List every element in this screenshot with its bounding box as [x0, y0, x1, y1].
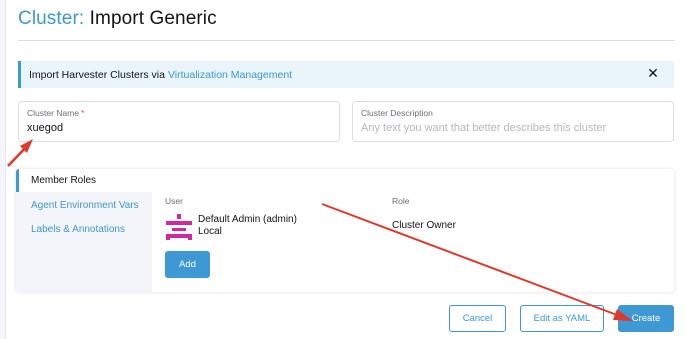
user-avatar — [166, 214, 192, 240]
cancel-button[interactable]: Cancel — [449, 305, 506, 332]
cluster-name-input[interactable] — [27, 122, 331, 134]
tabs-panel: Member Roles Agent Environment Vars Labe… — [16, 169, 674, 292]
cluster-description-label: Cluster Description — [361, 108, 433, 118]
title-text: Import Generic — [89, 8, 217, 29]
cluster-description-field[interactable]: Cluster Description — [352, 101, 674, 142]
tab-list: Member Roles Agent Environment Vars Labe… — [16, 169, 152, 292]
tab-agent-environment-vars[interactable]: Agent Environment Vars — [16, 194, 152, 218]
banner-text: Import Harvester Clusters via — [29, 68, 165, 81]
create-button[interactable]: Create — [618, 305, 674, 332]
title-divider — [18, 40, 675, 41]
member-roles-body: User Role Default Admin (admin) Local Cl… — [165, 169, 674, 292]
edit-as-yaml-button[interactable]: Edit as YAML — [520, 305, 604, 332]
cluster-name-field[interactable]: Cluster Name * — [18, 101, 340, 142]
required-marker: * — [80, 108, 85, 118]
left-nav-strip — [0, 0, 6, 339]
cluster-name-label: Cluster Name * — [27, 108, 85, 118]
user-column-header: User — [165, 196, 183, 206]
role-column-header: Role — [392, 196, 410, 206]
virtualization-management-link[interactable]: Virtualization Management — [168, 69, 292, 81]
close-icon[interactable]: ✕ — [646, 66, 660, 80]
tab-member-roles[interactable]: Member Roles — [16, 169, 152, 192]
annotation-arrow-to-name — [7, 139, 33, 167]
add-member-button[interactable]: Add — [165, 251, 210, 278]
member-role: Cluster Owner — [392, 220, 456, 231]
page-title: Cluster: Import Generic — [18, 8, 217, 30]
info-banner: Import Harvester Clusters via Virtualiza… — [18, 61, 674, 88]
cluster-description-input[interactable] — [361, 122, 665, 134]
title-crumb[interactable]: Cluster: — [18, 8, 84, 29]
tab-labels-annotations[interactable]: Labels & Annotations — [16, 218, 152, 242]
member-user-name: Default Admin (admin) — [198, 214, 297, 225]
member-user-provider: Local — [198, 226, 222, 237]
